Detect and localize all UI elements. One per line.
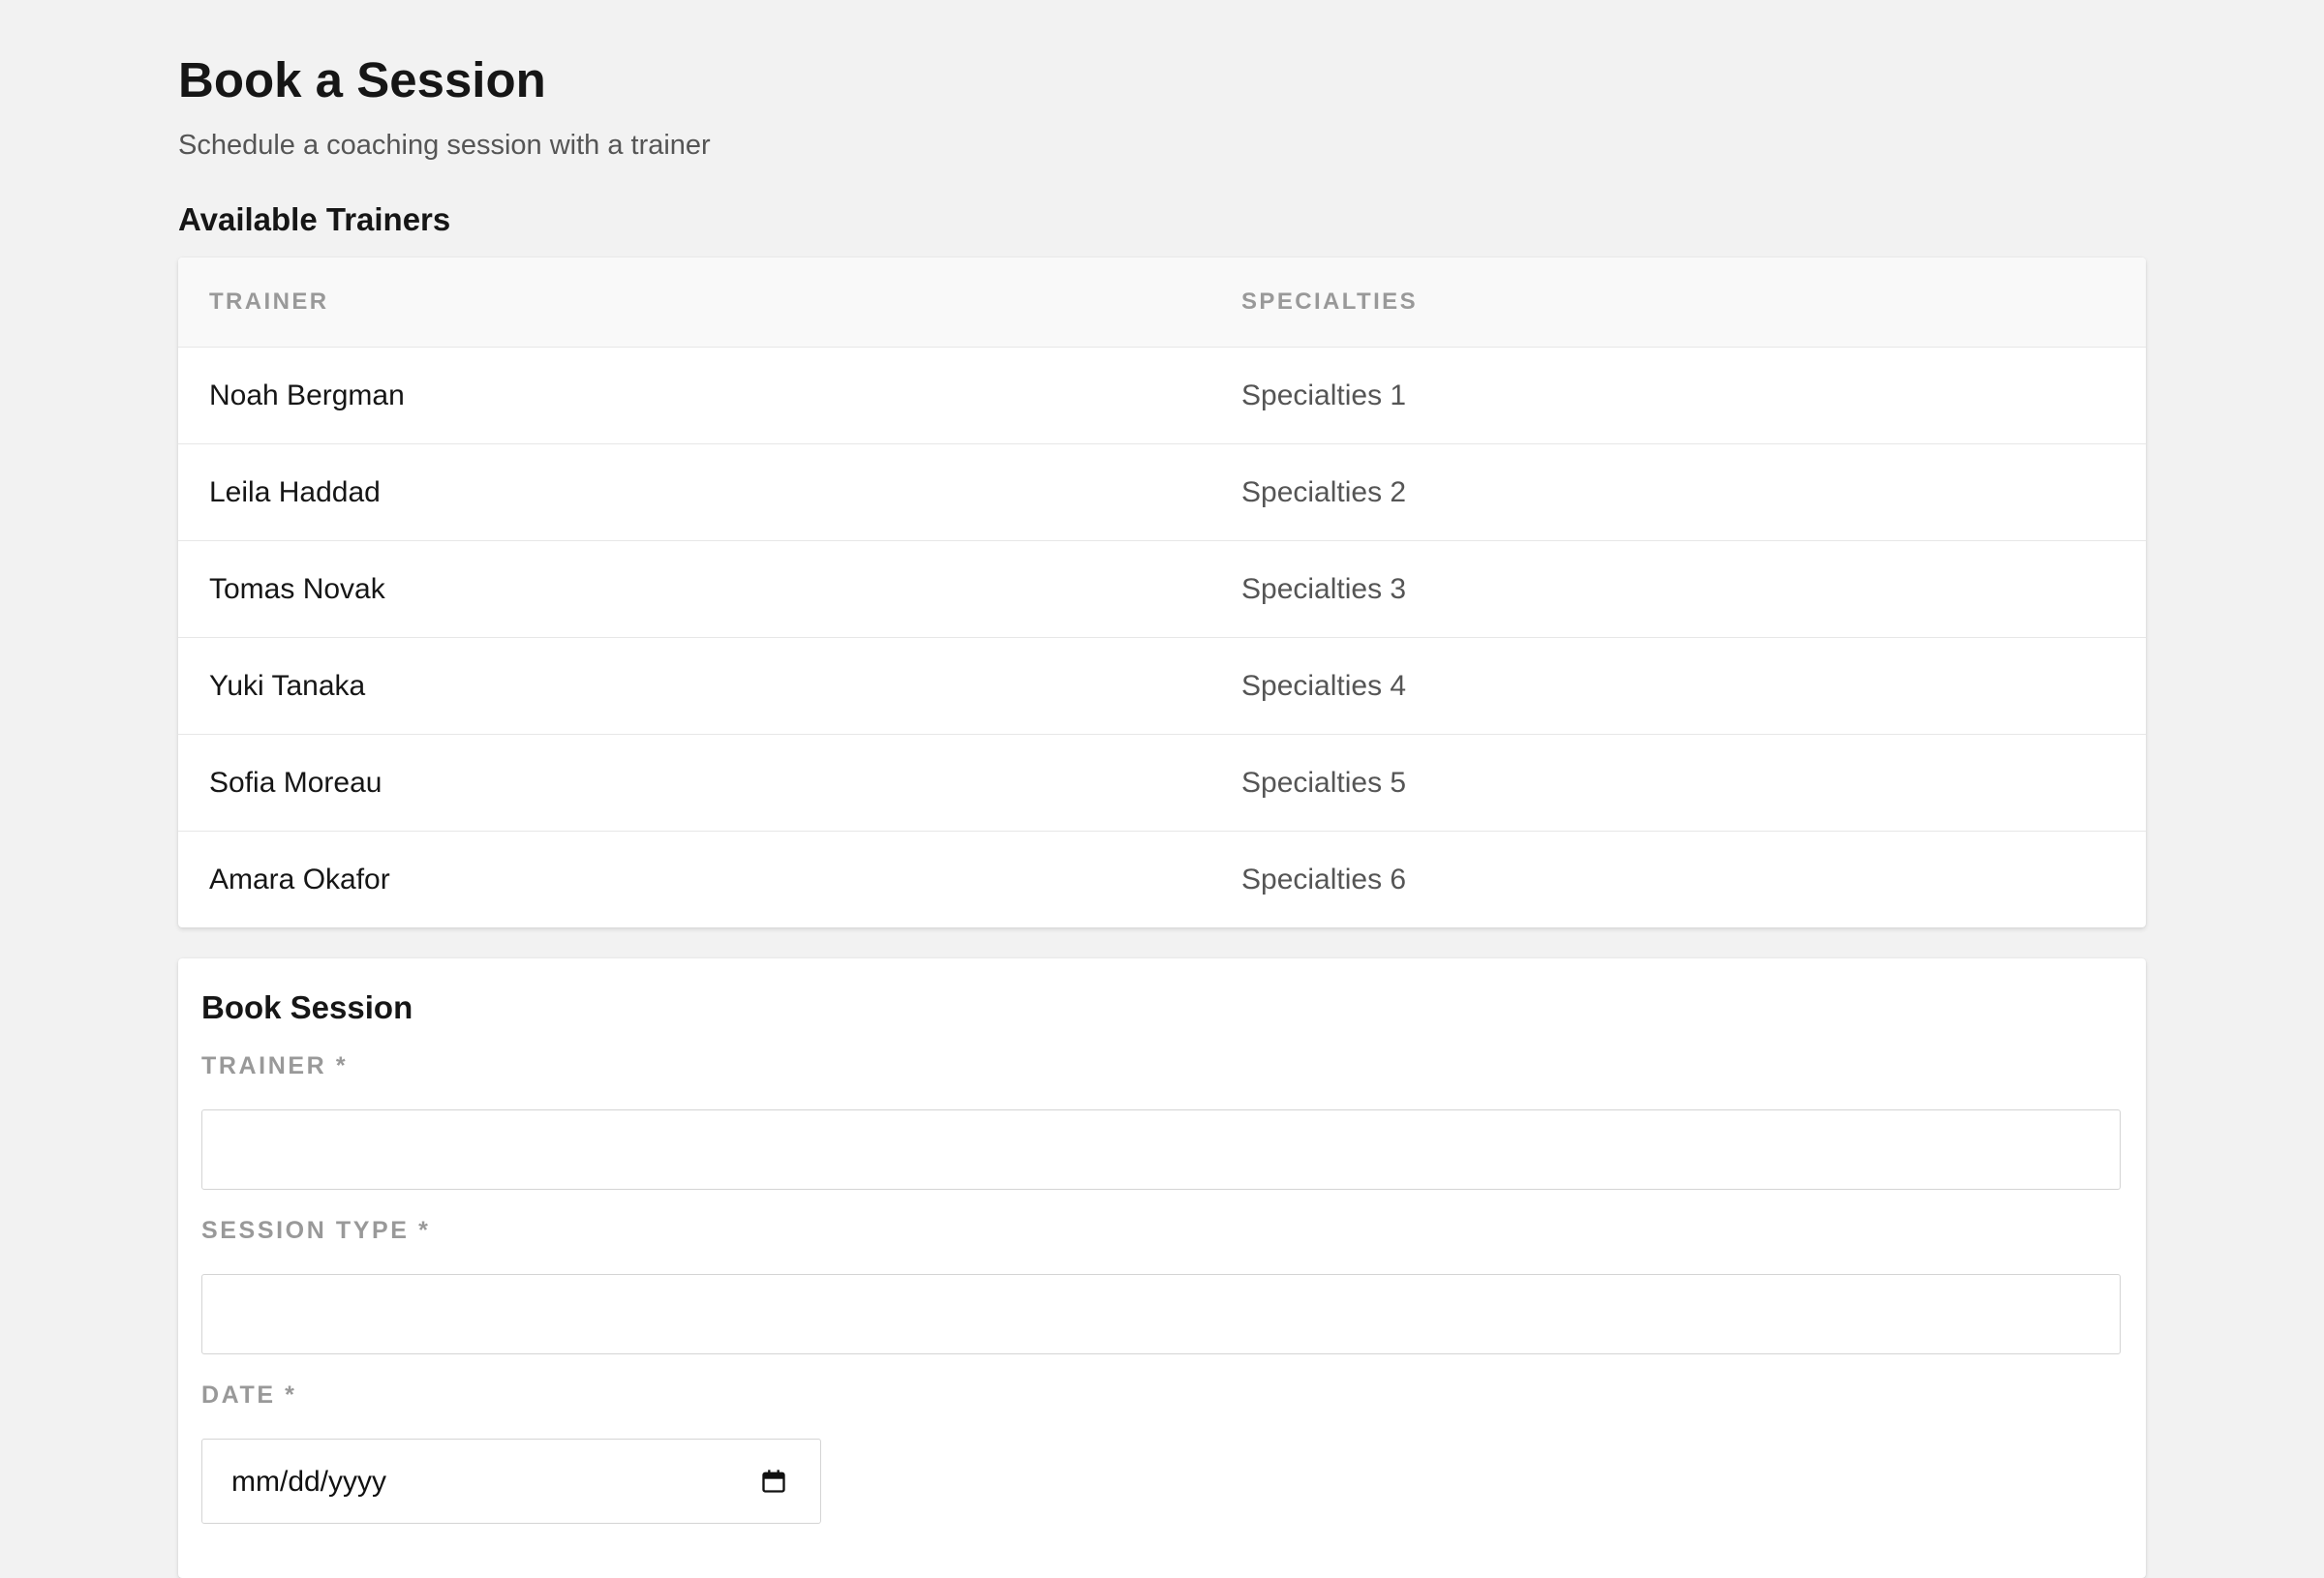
table-row[interactable]: Leila Haddad Specialties 2 bbox=[178, 443, 2146, 540]
trainer-name: Yuki Tanaka bbox=[209, 670, 366, 702]
table-row[interactable]: Yuki Tanaka Specialties 4 bbox=[178, 637, 2146, 734]
trainer-name: Noah Bergman bbox=[209, 379, 405, 411]
table-row[interactable]: Noah Bergman Specialties 1 bbox=[178, 347, 2146, 443]
trainers-section-heading: Available Trainers bbox=[178, 201, 451, 237]
trainers-table: TRAINER SPECIALTIES Noah Bergman Special… bbox=[178, 258, 2146, 927]
trainer-name: Leila Haddad bbox=[209, 476, 381, 508]
booking-form-heading: Book Session bbox=[201, 989, 413, 1025]
column-header-trainer: TRAINER bbox=[209, 288, 329, 315]
page: Book a Session Schedule a coaching sessi… bbox=[0, 0, 2324, 1578]
table-row[interactable]: Amara Okafor Specialties 6 bbox=[178, 831, 2146, 927]
session-type-field-label: SESSION TYPE * bbox=[201, 1217, 431, 1244]
session-type-input[interactable] bbox=[201, 1274, 2121, 1354]
table-row[interactable]: Tomas Novak Specialties 3 bbox=[178, 540, 2146, 637]
trainer-field-label: TRAINER * bbox=[201, 1052, 349, 1079]
trainer-specialties: Specialties 4 bbox=[1241, 670, 1407, 702]
trainer-specialties: Specialties 1 bbox=[1241, 379, 1407, 411]
date-placeholder: mm/dd/yyyy bbox=[231, 1466, 387, 1498]
trainer-specialties: Specialties 5 bbox=[1241, 767, 1407, 799]
trainer-specialties: Specialties 6 bbox=[1241, 864, 1407, 895]
date-field-label: DATE * bbox=[201, 1381, 297, 1409]
column-header-specialties: SPECIALTIES bbox=[1241, 288, 1418, 315]
date-input[interactable]: mm/dd/yyyy bbox=[201, 1439, 821, 1524]
table-header: TRAINER SPECIALTIES bbox=[178, 258, 2146, 347]
trainer-specialties: Specialties 2 bbox=[1241, 476, 1407, 508]
calendar-icon[interactable] bbox=[760, 1468, 787, 1495]
page-subtitle: Schedule a coaching session with a train… bbox=[178, 130, 711, 161]
trainer-name: Sofia Moreau bbox=[209, 767, 382, 799]
trainer-input[interactable] bbox=[201, 1109, 2121, 1190]
trainer-name: Amara Okafor bbox=[209, 864, 390, 895]
table-row[interactable]: Sofia Moreau Specialties 5 bbox=[178, 734, 2146, 831]
trainer-name: Tomas Novak bbox=[209, 573, 385, 605]
page-title: Book a Session bbox=[178, 52, 546, 107]
trainer-specialties: Specialties 3 bbox=[1241, 573, 1407, 605]
booking-form: Book Session TRAINER * SESSION TYPE * DA… bbox=[178, 958, 2146, 1578]
